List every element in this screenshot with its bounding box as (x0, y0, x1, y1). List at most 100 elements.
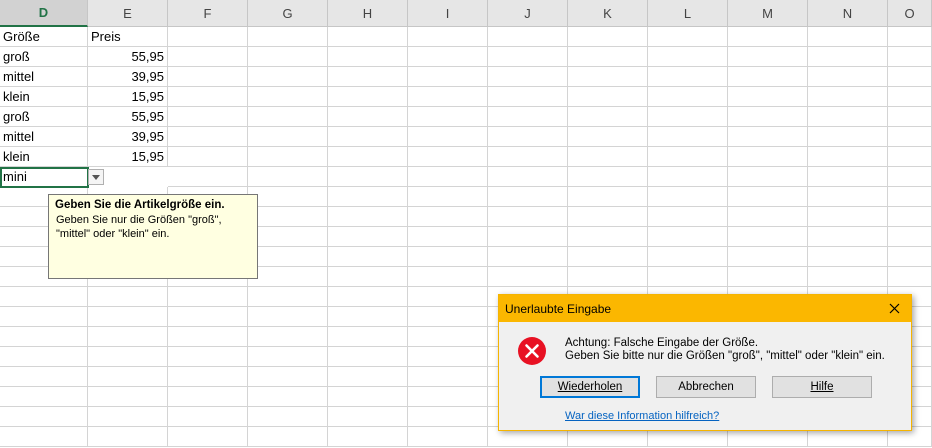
column-header-h[interactable]: H (328, 0, 408, 27)
grid-cell[interactable] (488, 47, 568, 67)
spreadsheet-grid[interactable]: D E F G H I J K L M N O Größe Preis groß… (0, 0, 932, 448)
grid-cell[interactable] (168, 87, 248, 107)
grid-cell[interactable] (408, 347, 488, 367)
grid-cell[interactable] (248, 67, 328, 87)
cell-e4[interactable]: 15,95 (88, 87, 168, 107)
dropdown-button[interactable] (88, 169, 104, 185)
column-header-g[interactable]: G (248, 0, 328, 27)
grid-cell[interactable] (728, 107, 808, 127)
grid-cell[interactable] (728, 247, 808, 267)
grid-cell[interactable] (648, 147, 728, 167)
grid-cell[interactable] (168, 387, 248, 407)
grid-cell[interactable] (808, 127, 888, 147)
grid-cell[interactable] (648, 187, 728, 207)
grid-cell[interactable] (408, 247, 488, 267)
grid-cell[interactable] (888, 247, 932, 267)
grid-cell[interactable] (328, 267, 408, 287)
grid-cell[interactable] (408, 167, 488, 187)
grid-cell[interactable] (88, 427, 168, 447)
grid-cell[interactable] (168, 367, 248, 387)
grid-cell[interactable] (728, 87, 808, 107)
grid-cell[interactable] (888, 167, 932, 187)
grid-cell[interactable] (808, 167, 888, 187)
grid-cell[interactable] (0, 307, 88, 327)
grid-cell[interactable] (328, 347, 408, 367)
grid-cell[interactable] (648, 87, 728, 107)
cell-e1[interactable]: Preis (88, 27, 168, 47)
grid-cell[interactable] (0, 387, 88, 407)
help-button[interactable]: Hilfe (772, 376, 872, 398)
grid-cell[interactable] (248, 87, 328, 107)
grid-cell[interactable] (408, 307, 488, 327)
grid-cell[interactable] (728, 167, 808, 187)
grid-cell[interactable] (568, 107, 648, 127)
grid-cell[interactable] (808, 47, 888, 67)
grid-cell[interactable] (648, 227, 728, 247)
grid-cell[interactable] (0, 407, 88, 427)
cell-e5[interactable]: 55,95 (88, 107, 168, 127)
grid-cell[interactable] (888, 147, 932, 167)
grid-cell[interactable] (648, 247, 728, 267)
cell-d5[interactable]: groß (0, 107, 88, 127)
grid-cell[interactable] (0, 367, 88, 387)
grid-cell[interactable] (808, 247, 888, 267)
cell-e6[interactable]: 39,95 (88, 127, 168, 147)
grid-cell[interactable] (648, 27, 728, 47)
cell-e7[interactable]: 15,95 (88, 147, 168, 167)
grid-cell[interactable] (168, 67, 248, 87)
grid-cell[interactable] (88, 347, 168, 367)
grid-cell[interactable] (728, 227, 808, 247)
grid-cell[interactable] (88, 387, 168, 407)
grid-cell[interactable] (808, 107, 888, 127)
grid-cell[interactable] (488, 207, 568, 227)
grid-cell[interactable] (888, 207, 932, 227)
grid-cell[interactable] (488, 247, 568, 267)
grid-cell[interactable] (488, 187, 568, 207)
grid-cell[interactable] (728, 27, 808, 47)
grid-cell[interactable] (168, 167, 248, 187)
grid-cell[interactable] (248, 247, 328, 267)
grid-cell[interactable] (88, 307, 168, 327)
grid-cell[interactable] (808, 207, 888, 227)
cell-d1[interactable]: Größe (0, 27, 88, 47)
grid-cell[interactable] (408, 147, 488, 167)
grid-cell[interactable] (328, 87, 408, 107)
grid-cell[interactable] (808, 187, 888, 207)
feedback-link[interactable]: War diese Information hilfreich? (565, 410, 719, 422)
grid-cell[interactable] (168, 407, 248, 427)
grid-cell[interactable] (248, 47, 328, 67)
grid-cell[interactable] (568, 267, 648, 287)
column-header-j[interactable]: J (488, 0, 568, 27)
grid-cell[interactable] (328, 427, 408, 447)
grid-cell[interactable] (168, 147, 248, 167)
grid-cell[interactable] (168, 427, 248, 447)
grid-cell[interactable] (648, 107, 728, 127)
grid-cell[interactable] (248, 427, 328, 447)
grid-cell[interactable] (248, 347, 328, 367)
grid-cell[interactable] (888, 107, 932, 127)
grid-cell[interactable] (488, 267, 568, 287)
grid-cell[interactable] (888, 67, 932, 87)
grid-cell[interactable] (568, 47, 648, 67)
grid-cell[interactable] (408, 67, 488, 87)
grid-cell[interactable] (248, 107, 328, 127)
grid-cell[interactable] (328, 67, 408, 87)
grid-cell[interactable] (408, 207, 488, 227)
grid-cell[interactable] (888, 227, 932, 247)
grid-cell[interactable] (888, 127, 932, 147)
grid-cell[interactable] (408, 267, 488, 287)
grid-cell[interactable] (648, 127, 728, 147)
grid-cell[interactable] (248, 267, 328, 287)
grid-cell[interactable] (808, 147, 888, 167)
grid-cell[interactable] (728, 47, 808, 67)
grid-cell[interactable] (408, 327, 488, 347)
column-header-e[interactable]: E (88, 0, 168, 27)
grid-cell[interactable] (328, 387, 408, 407)
grid-cell[interactable] (488, 167, 568, 187)
grid-cell[interactable] (248, 387, 328, 407)
grid-cell[interactable] (808, 27, 888, 47)
retry-button[interactable]: Wiederholen (540, 376, 640, 398)
grid-cell[interactable] (648, 207, 728, 227)
grid-cell[interactable] (728, 67, 808, 87)
cell-d3[interactable]: mittel (0, 67, 88, 87)
